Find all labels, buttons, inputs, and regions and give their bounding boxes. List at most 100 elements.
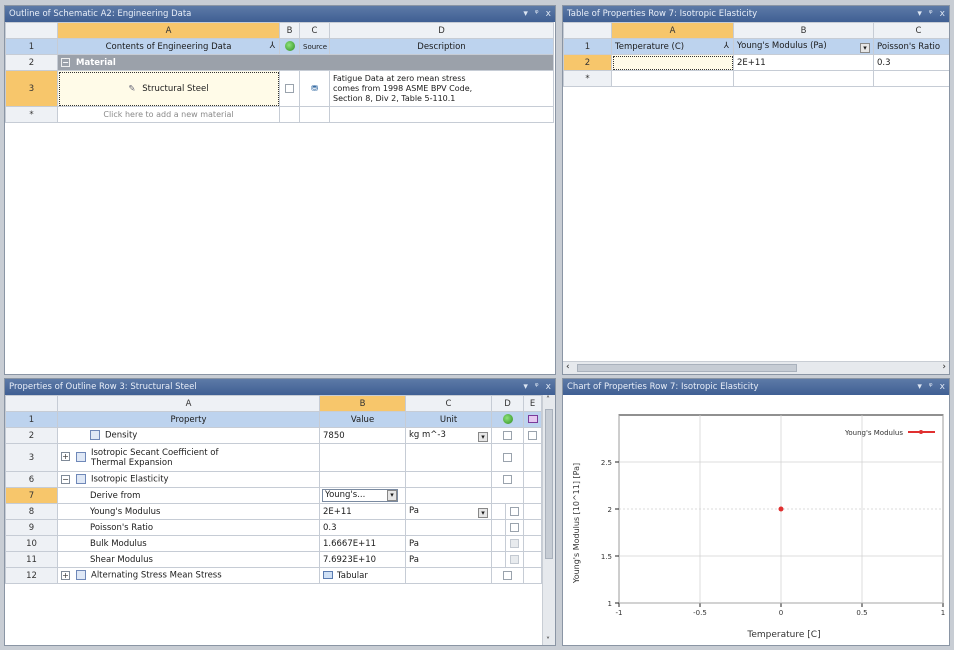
checkbox[interactable] <box>510 506 519 516</box>
table-row[interactable]: 2 Density 7850 kg m^-3 ▾ <box>5 427 543 444</box>
row-number: 2 <box>563 54 612 71</box>
table-row[interactable]: 6 − Isotropic Elasticity <box>5 471 543 488</box>
derive-from-select[interactable]: Young's... ▾ <box>322 489 398 502</box>
checkbox[interactable] <box>510 554 519 564</box>
checkbox[interactable] <box>503 452 512 462</box>
checkbox[interactable] <box>503 570 512 580</box>
collapse-icon[interactable]: − <box>61 474 70 484</box>
column-header-e[interactable]: E <box>523 395 543 412</box>
source-header: Source <box>299 38 330 55</box>
pin-icon[interactable]: ᵠ <box>535 379 539 395</box>
material-name: Structural Steel <box>142 83 209 94</box>
table-row[interactable]: 10 Bulk Modulus 1.6667E+11 Pa <box>5 535 543 552</box>
filter-icon[interactable]: ⅄ <box>724 41 729 51</box>
table-row[interactable]: 7 Derive from Young's... ▾ <box>5 487 543 504</box>
unit-dropdown-icon[interactable]: ▾ <box>860 42 870 53</box>
add-row[interactable]: * Click here to add a new material <box>5 106 554 123</box>
close-icon[interactable]: x <box>546 6 551 22</box>
table-row[interactable]: 9 Poisson's Ratio 0.3 <box>5 519 543 536</box>
table-row: 1 Contents of Engineering Data ⅄ Source … <box>5 38 554 55</box>
corner-cell <box>563 22 612 39</box>
column-header-c[interactable]: C <box>299 22 330 39</box>
column-header-b[interactable]: B <box>733 22 874 39</box>
checkbox[interactable] <box>528 430 538 440</box>
scroll-thumb[interactable] <box>545 409 553 559</box>
value-header: Value <box>319 411 406 428</box>
scroll-down-icon[interactable]: ˅ <box>546 636 550 645</box>
dropdown-icon[interactable]: ▾ <box>917 379 922 395</box>
add-row[interactable]: * <box>563 70 949 87</box>
column-header-d[interactable]: D <box>329 22 554 39</box>
table-row[interactable]: 12 + Alternating Stress Mean Stress Tabul… <box>5 567 543 584</box>
parameter-icon <box>527 415 538 423</box>
column-header-d[interactable]: D <box>490 395 525 412</box>
youngs-cell[interactable]: 2E+11 <box>733 54 874 71</box>
properties-table-grid: A B C 1 Temperature (C) ⅄ Young's Modulu… <box>563 22 949 87</box>
section-row: 2 − Material <box>5 54 554 71</box>
material-cell[interactable]: ✎ Structural Steel <box>57 70 280 107</box>
pin-icon[interactable]: ᵠ <box>929 379 933 395</box>
table-row[interactable]: 2 2E+11 0.3 <box>563 54 949 71</box>
poisson-cell[interactable]: 0.3 <box>873 54 949 71</box>
unit-dropdown-icon[interactable]: ▾ <box>478 507 488 518</box>
section-material[interactable]: − Material <box>57 54 554 71</box>
select-dropdown-icon[interactable]: ▾ <box>387 490 397 501</box>
vertical-scrollbar[interactable]: ˄ ˅ <box>542 395 555 645</box>
checkbox[interactable] <box>510 522 519 532</box>
table-row[interactable]: 3 + Isotropic Secant Coefficient of Ther… <box>5 443 543 472</box>
table-title-bar: Table of Properties Row 7: Isotropic Ela… <box>563 6 949 22</box>
expand-icon[interactable]: + <box>61 570 70 580</box>
outline-title: Outline of Schematic A2: Engineering Dat… <box>9 9 192 19</box>
row-number: 2 <box>5 54 58 71</box>
filter-icon[interactable]: ⅄ <box>270 41 276 51</box>
y-tick-label: 1.5 <box>601 553 612 561</box>
unit-cell[interactable]: Pa ▾ <box>405 503 492 520</box>
row-number: 9 <box>5 519 58 536</box>
column-header-a[interactable]: A <box>57 22 280 39</box>
table-row[interactable]: 3 ✎ Structural Steel ⛃ Fatigue Data at z… <box>5 70 554 107</box>
unit-cell[interactable]: kg m^-3 ▾ <box>405 427 492 444</box>
chart-panel: Chart of Properties Row 7: Isotropic Ela… <box>562 378 950 646</box>
collapse-icon[interactable]: − <box>61 57 70 67</box>
x-tick-label: 1 <box>941 609 945 617</box>
checkbox-cell <box>523 427 543 444</box>
dropdown-icon[interactable]: ▾ <box>523 379 528 395</box>
value-cell[interactable]: 2E+11 <box>319 503 406 520</box>
column-header-a[interactable]: A <box>611 22 734 39</box>
pin-icon[interactable]: ᵠ <box>535 6 539 22</box>
property-cell: Derive from <box>57 487 320 504</box>
column-header-b[interactable]: B <box>279 22 300 39</box>
value-cell[interactable]: 7850 <box>319 427 406 444</box>
close-icon[interactable]: x <box>546 379 551 395</box>
checkbox[interactable] <box>503 430 512 440</box>
dropdown-icon[interactable]: ▾ <box>917 6 922 22</box>
value-cell[interactable]: Young's... ▾ <box>319 487 406 504</box>
checkbox[interactable] <box>503 474 512 484</box>
add-material-hint[interactable]: Click here to add a new material <box>57 106 280 123</box>
column-header-c[interactable]: C <box>405 395 492 412</box>
column-header-c[interactable]: C <box>873 22 949 39</box>
column-header-b[interactable]: B <box>319 395 406 412</box>
temperature-cell[interactable] <box>611 54 734 71</box>
status-header <box>279 38 300 55</box>
horizontal-scrollbar[interactable]: ‹ › <box>563 361 949 374</box>
close-icon[interactable]: x <box>940 379 945 395</box>
scroll-up-icon[interactable]: ˄ <box>546 395 550 404</box>
row-number: * <box>5 106 58 123</box>
value-cell[interactable]: 0.3 <box>319 519 406 536</box>
pin-icon[interactable]: ᵠ <box>929 6 933 22</box>
scroll-left-icon[interactable]: ‹ <box>566 362 570 372</box>
expand-icon[interactable]: + <box>61 451 70 461</box>
scroll-thumb[interactable] <box>577 364 797 372</box>
close-icon[interactable]: x <box>940 6 945 22</box>
column-header-a[interactable]: A <box>57 395 320 412</box>
table-row[interactable]: 8 Young's Modulus 2E+11 Pa ▾ <box>5 503 543 520</box>
table-row[interactable]: 11 Shear Modulus 7.6923E+10 Pa <box>5 551 543 568</box>
unit-dropdown-icon[interactable]: ▾ <box>478 431 488 442</box>
checkbox[interactable] <box>510 538 519 548</box>
value-cell[interactable]: Tabular <box>319 567 406 584</box>
scroll-right-icon[interactable]: › <box>942 362 946 372</box>
youngs-header: Young's Modulus (Pa) ▾ <box>733 38 874 55</box>
dropdown-icon[interactable]: ▾ <box>523 6 528 22</box>
material-checkbox[interactable] <box>285 83 294 93</box>
